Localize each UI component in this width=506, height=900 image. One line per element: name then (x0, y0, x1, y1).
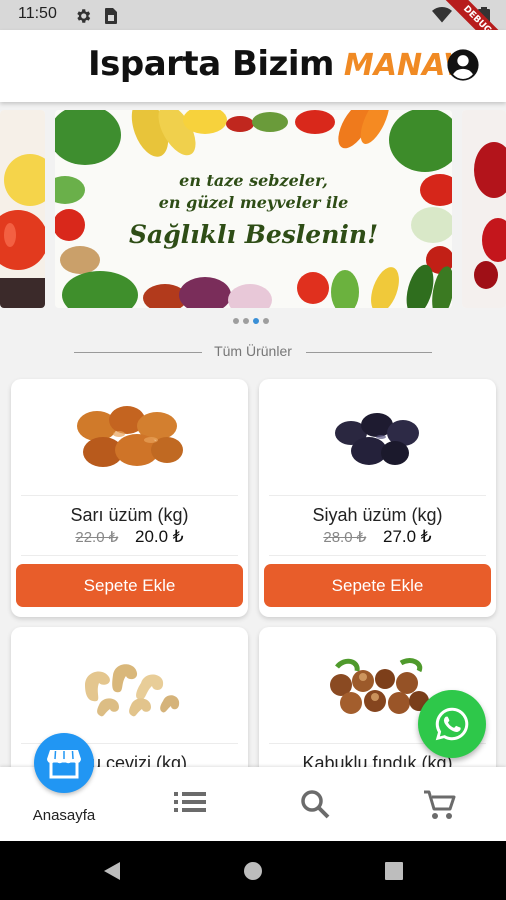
brand-logo: Isparta Bizim MANAV (88, 44, 467, 88)
status-bar: 11:50 DEBUG (0, 0, 506, 65)
section-header: Tüm Ürünler (0, 340, 506, 366)
carousel-dot[interactable] (243, 318, 249, 324)
nav-item-cart[interactable] (378, 767, 506, 841)
banner-slide-current[interactable]: en taze sebzeler, en güzel meyveler ile … (55, 110, 452, 308)
status-time: 11:50 (18, 5, 57, 22)
card-divider (21, 495, 238, 496)
old-price: 22.0 ₺ (75, 529, 119, 546)
product-prices: 28.0 ₺ 27.0 ₺ (259, 527, 496, 547)
product-image (11, 637, 248, 737)
section-title: Tüm Ürünler (214, 343, 292, 359)
list-icon (174, 792, 206, 812)
banner-line-3: Sağlıklı Beslenin! (128, 219, 379, 249)
fruit-image (462, 110, 506, 308)
system-navigation-bar (0, 841, 506, 900)
product-prices: 22.0 ₺ 20.0 ₺ (11, 527, 248, 547)
card-divider (269, 495, 486, 496)
black-raisins-image (334, 413, 419, 465)
old-price: 28.0 ₺ (323, 529, 367, 546)
golden-raisins-image (76, 406, 183, 467)
add-to-cart-button[interactable]: Sepete Ekle (16, 564, 243, 607)
store-icon (47, 750, 81, 779)
hazelnut-image (329, 658, 429, 714)
cashew-image (84, 664, 179, 717)
banner-slogan: en taze sebzeler, en güzel meyveler ile … (55, 110, 452, 308)
product-image (11, 389, 248, 489)
home-fab[interactable] (34, 733, 94, 793)
banner-slide-previous[interactable] (0, 110, 45, 308)
whatsapp-icon (435, 707, 469, 741)
nav-label-home: Anasayfa (32, 807, 96, 824)
nav-item-home[interactable]: Anasayfa (0, 733, 126, 841)
bottom-navigation: Anasayfa (0, 733, 506, 841)
gear-icon (77, 9, 91, 23)
banner-carousel[interactable]: en taze sebzeler, en güzel meyveler ile … (0, 102, 506, 332)
add-to-cart-button[interactable]: Sepete Ekle (264, 564, 491, 607)
nav-item-search[interactable] (252, 767, 378, 841)
carousel-dot-active[interactable] (253, 318, 259, 324)
nav-item-categories[interactable] (126, 767, 252, 841)
carousel-dot[interactable] (233, 318, 239, 324)
search-icon (301, 790, 330, 819)
product-name: Siyah üzüm (kg) (312, 505, 443, 525)
product-card[interactable]: Sarı üzüm (kg) 22.0 ₺ 20.0 ₺ Sepete Ekle (11, 379, 248, 617)
fruit-image (0, 110, 45, 308)
current-price: 20.0 ₺ (135, 527, 184, 546)
current-price: 27.0 ₺ (383, 527, 432, 546)
banner-line-1: en taze sebzeler, (179, 170, 328, 190)
whatsapp-button[interactable] (418, 690, 486, 758)
product-name: Sarı üzüm (kg) (70, 505, 189, 525)
recents-icon[interactable] (384, 861, 404, 881)
logo-text: Isparta Bizim (88, 44, 334, 84)
wifi-icon (432, 7, 452, 23)
banner-slide-next[interactable] (462, 110, 506, 308)
cart-icon (424, 790, 456, 819)
product-card[interactable]: Siyah üzüm (kg) 28.0 ₺ 27.0 ₺ Sepete Ekl… (259, 379, 496, 617)
banner-line-2: en güzel meyveler ile (158, 192, 349, 212)
card-divider (269, 555, 486, 556)
home-icon[interactable] (242, 860, 264, 882)
back-icon[interactable] (100, 860, 122, 882)
account-circle-icon[interactable] (446, 48, 480, 82)
app-screen: 11:50 DEBUG Isparta Bizim MANAV en taze … (0, 0, 506, 900)
carousel-indicator (233, 318, 269, 324)
product-image (259, 389, 496, 489)
card-divider (21, 555, 238, 556)
app-bar: Isparta Bizim MANAV (0, 30, 506, 102)
sim-card-icon (105, 8, 117, 24)
carousel-dot[interactable] (263, 318, 269, 324)
